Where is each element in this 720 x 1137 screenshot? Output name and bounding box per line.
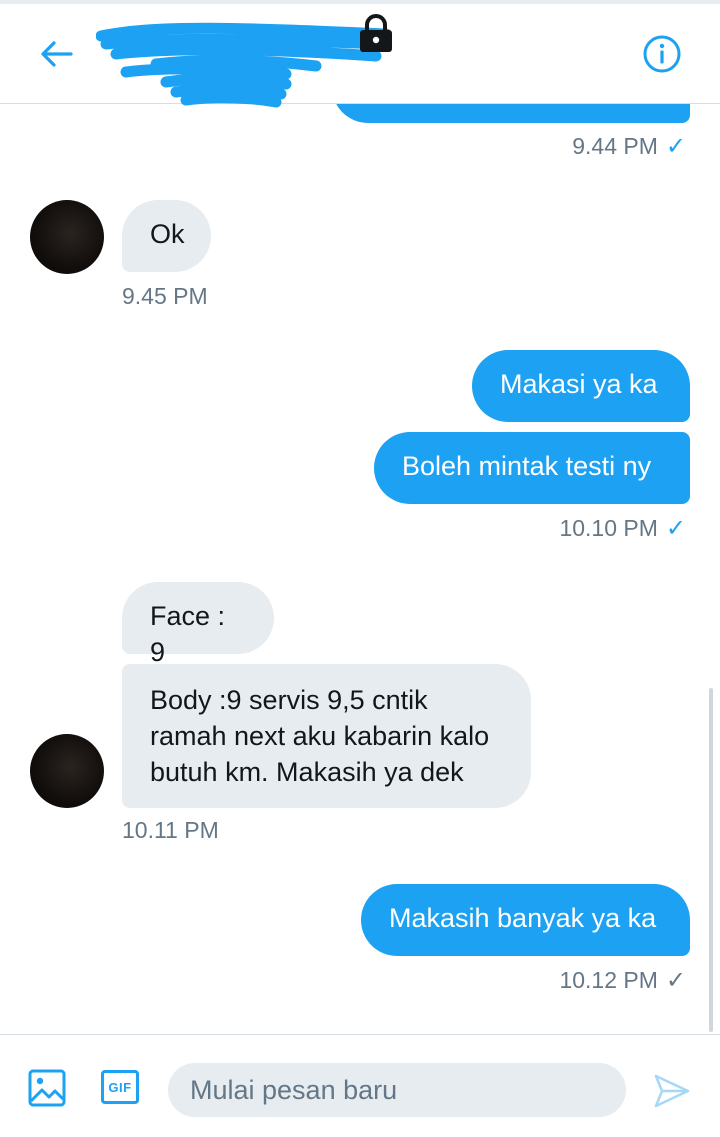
message-timestamp: 10.12 PM ✓ (559, 967, 686, 994)
redaction-scribble (96, 22, 392, 108)
info-icon (643, 35, 681, 73)
checkmark-icon: ✓ (665, 967, 686, 994)
message-bubble-outgoing[interactable]: Makasih banyak ya ka (361, 884, 690, 956)
message-text-line: butuh km. Makasih ya dek (150, 757, 464, 787)
gif-button[interactable]: GIF (101, 1070, 139, 1104)
message-text: Face : 9 (150, 601, 226, 667)
avatar[interactable] (30, 200, 104, 274)
send-button[interactable] (652, 1071, 692, 1111)
composer-bar: GIF Mulai pesan baru (0, 1034, 720, 1137)
add-media-button[interactable] (28, 1069, 66, 1107)
message-bubble-outgoing[interactable]: Makasi ya ka (472, 350, 690, 422)
message-text: Boleh mintak testi ny (402, 451, 652, 481)
status-divider (0, 0, 720, 4)
message-timestamp: 9.44 PM ✓ (572, 133, 686, 160)
message-text: Ok (150, 219, 185, 249)
message-text: Makasi ya ka (500, 369, 658, 399)
message-timestamp: 10.11 PM (122, 817, 219, 843)
back-button[interactable] (34, 32, 78, 76)
message-text: Makasih banyak ya ka (389, 903, 657, 933)
arrow-left-icon (41, 41, 73, 67)
message-bubble-incoming[interactable]: Body :9 servis 9,5 cntik ramah next aku … (122, 664, 531, 808)
checkmark-icon: ✓ (665, 133, 686, 160)
message-bubble-incoming[interactable]: Ok (122, 200, 211, 272)
send-icon (654, 1074, 690, 1108)
image-icon (28, 1069, 66, 1107)
message-timestamp: 9.45 PM (122, 283, 208, 309)
conversation-header (0, 0, 720, 108)
avatar[interactable] (30, 734, 104, 808)
message-text-line: Body :9 servis 9,5 cntik (150, 685, 428, 715)
lock-icon (360, 14, 392, 52)
message-text-line: ramah next aku kabarin kalo (150, 721, 490, 751)
scrollbar[interactable] (709, 688, 713, 1032)
message-input[interactable]: Mulai pesan baru (168, 1063, 626, 1117)
message-bubble-outgoing[interactable]: Boleh mintak testi ny (374, 432, 690, 504)
message-timestamp: 10.10 PM ✓ (559, 515, 686, 542)
checkmark-icon: ✓ (665, 515, 686, 542)
info-button[interactable] (640, 32, 684, 76)
message-bubble-incoming[interactable]: Face : 9 (122, 582, 274, 667)
message-input-placeholder: Mulai pesan baru (190, 1074, 398, 1105)
